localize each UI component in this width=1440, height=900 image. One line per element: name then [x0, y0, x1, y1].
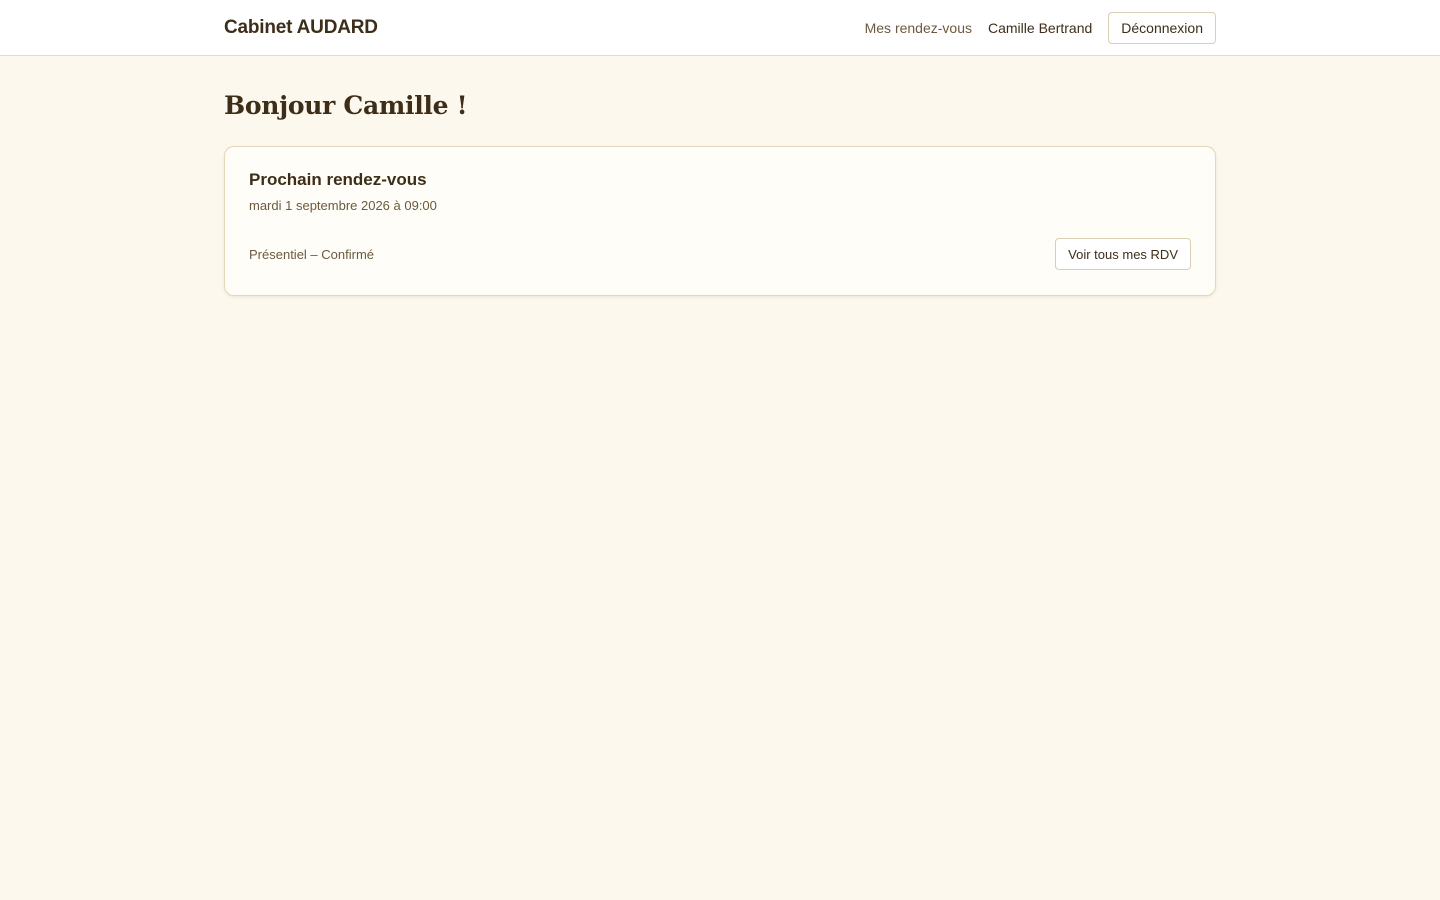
- page-title: Bonjour Camille !: [224, 91, 468, 120]
- logout-button[interactable]: Déconnexion: [1108, 12, 1216, 44]
- main-content: Bonjour Camille ! Prochain rendez-vous m…: [224, 56, 1216, 296]
- appointment-status: Présentiel – Confirmé: [249, 246, 374, 262]
- view-all-appointments-button[interactable]: Voir tous mes RDV: [1055, 238, 1191, 270]
- appointment-datetime: mardi 1 septembre 2026 à 09:00: [249, 198, 437, 213]
- user-name: Camille Bertrand: [988, 20, 1093, 36]
- card-footer: Présentiel – Confirmé Voir tous mes RDV: [249, 238, 1191, 270]
- nav-link-appointments[interactable]: Mes rendez-vous: [865, 20, 972, 36]
- next-appointment-card: Prochain rendez-vous mardi 1 septembre 2…: [224, 146, 1216, 296]
- top-navbar: Cabinet AUDARD Mes rendez-vous Camille B…: [0, 0, 1440, 56]
- brand-name[interactable]: Cabinet AUDARD: [224, 17, 378, 39]
- navbar-container: Cabinet AUDARD Mes rendez-vous Camille B…: [224, 0, 1216, 56]
- main-nav: Mes rendez-vous Camille Bertrand Déconne…: [865, 12, 1216, 44]
- card-title: Prochain rendez-vous: [249, 170, 427, 189]
